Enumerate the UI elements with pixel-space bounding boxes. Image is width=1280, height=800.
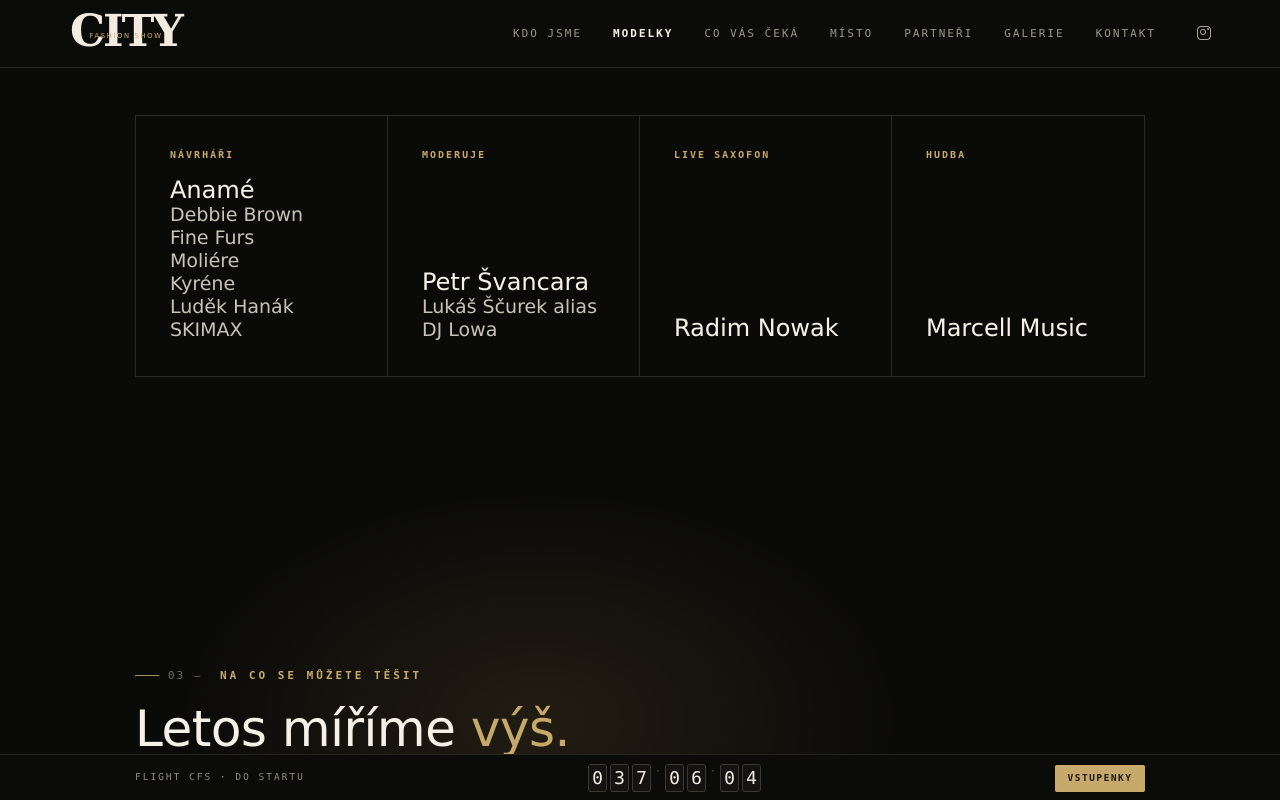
- countdown-digit: 0: [588, 764, 607, 792]
- lineup-name-main: Radim Nowak: [674, 314, 839, 342]
- countdown-separator: ·: [710, 767, 716, 777]
- section-number: 03 —: [168, 669, 203, 682]
- nav-item-kdo-jsme[interactable]: KDO JSME: [513, 27, 582, 40]
- lineup-name-main: Marcell Music: [926, 314, 1088, 342]
- headline-main: Letos míříme: [135, 700, 456, 758]
- section-headline: Letos míříme výš.: [135, 700, 570, 758]
- lineup-cell-designers: NÁVRHÁŘI Anamé Debbie Brown Fine Furs Mo…: [136, 116, 388, 376]
- countdown-separator: ·: [655, 767, 661, 777]
- countdown-digit: 3: [610, 764, 629, 792]
- lineup-names: Petr Švancara Lukáš Ščurek alias DJ Lowa: [422, 268, 619, 342]
- nav-item-misto[interactable]: MÍSTO: [830, 27, 873, 40]
- lineup-cell-host: MODERUJE Petr Švancara Lukáš Ščurek alia…: [388, 116, 640, 376]
- tickets-button[interactable]: VSTUPENKY: [1055, 765, 1145, 792]
- countdown-bar: FLIGHT CFS · DO STARTU 0 3 7 · 0 6 · 0 4…: [0, 754, 1280, 800]
- lineup-name: Kyréne: [170, 273, 236, 295]
- logo-tagline: FASHION SHOW: [89, 32, 163, 40]
- lineup-name: Fine Furs: [170, 227, 255, 249]
- lineup-cell-music: HUDBA Marcell Music: [892, 116, 1144, 376]
- lineup-name: Luděk Hanák: [170, 296, 294, 318]
- section-label: NA CO SE MŮŽETE TĚŠIT: [220, 669, 423, 682]
- lineup-names: Radim Nowak: [674, 314, 871, 342]
- lineup-names: Marcell Music: [926, 314, 1124, 342]
- headline-accent: výš.: [470, 700, 571, 758]
- site-header: CITY FASHION SHOW KDO JSME MODELKY CO VÁ…: [0, 0, 1280, 68]
- lineup-label: HUDBA: [926, 150, 967, 161]
- lineup-label: LIVE SAXOFON: [674, 150, 771, 161]
- lineup-name: Debbie Brown: [170, 204, 304, 226]
- lineup-cell-saxophone: LIVE SAXOFON Radim Nowak: [640, 116, 892, 376]
- countdown-label: FLIGHT CFS · DO STARTU: [135, 772, 305, 783]
- logo[interactable]: CITY FASHION SHOW: [70, 6, 184, 57]
- lineup-name-main: Petr Švancara: [422, 268, 590, 296]
- page: CITY FASHION SHOW KDO JSME MODELKY CO VÁ…: [0, 0, 1280, 800]
- nav-item-partneri[interactable]: PARTNEŘI: [904, 27, 973, 40]
- nav-item-kontakt[interactable]: KONTAKT: [1096, 27, 1156, 40]
- lineup-name-main: Anamé: [170, 176, 255, 204]
- lineup-names: Anamé Debbie Brown Fine Furs Moliére Kyr…: [170, 176, 367, 342]
- lineup-name: Moliére: [170, 250, 240, 272]
- countdown-digit: 4: [742, 764, 761, 792]
- countdown-digit: 6: [687, 764, 706, 792]
- countdown-digit: 0: [665, 764, 684, 792]
- countdown-timer: 0 3 7 · 0 6 · 0 4: [588, 763, 761, 793]
- lineup-name: Lukáš Ščurek alias DJ Lowa: [422, 296, 597, 341]
- main-nav: KDO JSME MODELKY CO VÁS ČEKÁ MÍSTO PARTN…: [513, 0, 1156, 67]
- lineup-name: SKIMAX: [170, 319, 243, 341]
- countdown-digit: 7: [632, 764, 651, 792]
- countdown-digit: 0: [720, 764, 739, 792]
- nav-item-modelky[interactable]: MODELKY: [613, 27, 673, 40]
- lineup-grid: NÁVRHÁŘI Anamé Debbie Brown Fine Furs Mo…: [135, 115, 1145, 377]
- section-divider: [135, 675, 159, 676]
- nav-item-co-vas-ceka[interactable]: CO VÁS ČEKÁ: [704, 27, 799, 40]
- instagram-icon[interactable]: [1197, 26, 1211, 40]
- lineup-label: MODERUJE: [422, 150, 487, 161]
- lineup-label: NÁVRHÁŘI: [170, 150, 235, 161]
- nav-item-galerie[interactable]: GALERIE: [1004, 27, 1064, 40]
